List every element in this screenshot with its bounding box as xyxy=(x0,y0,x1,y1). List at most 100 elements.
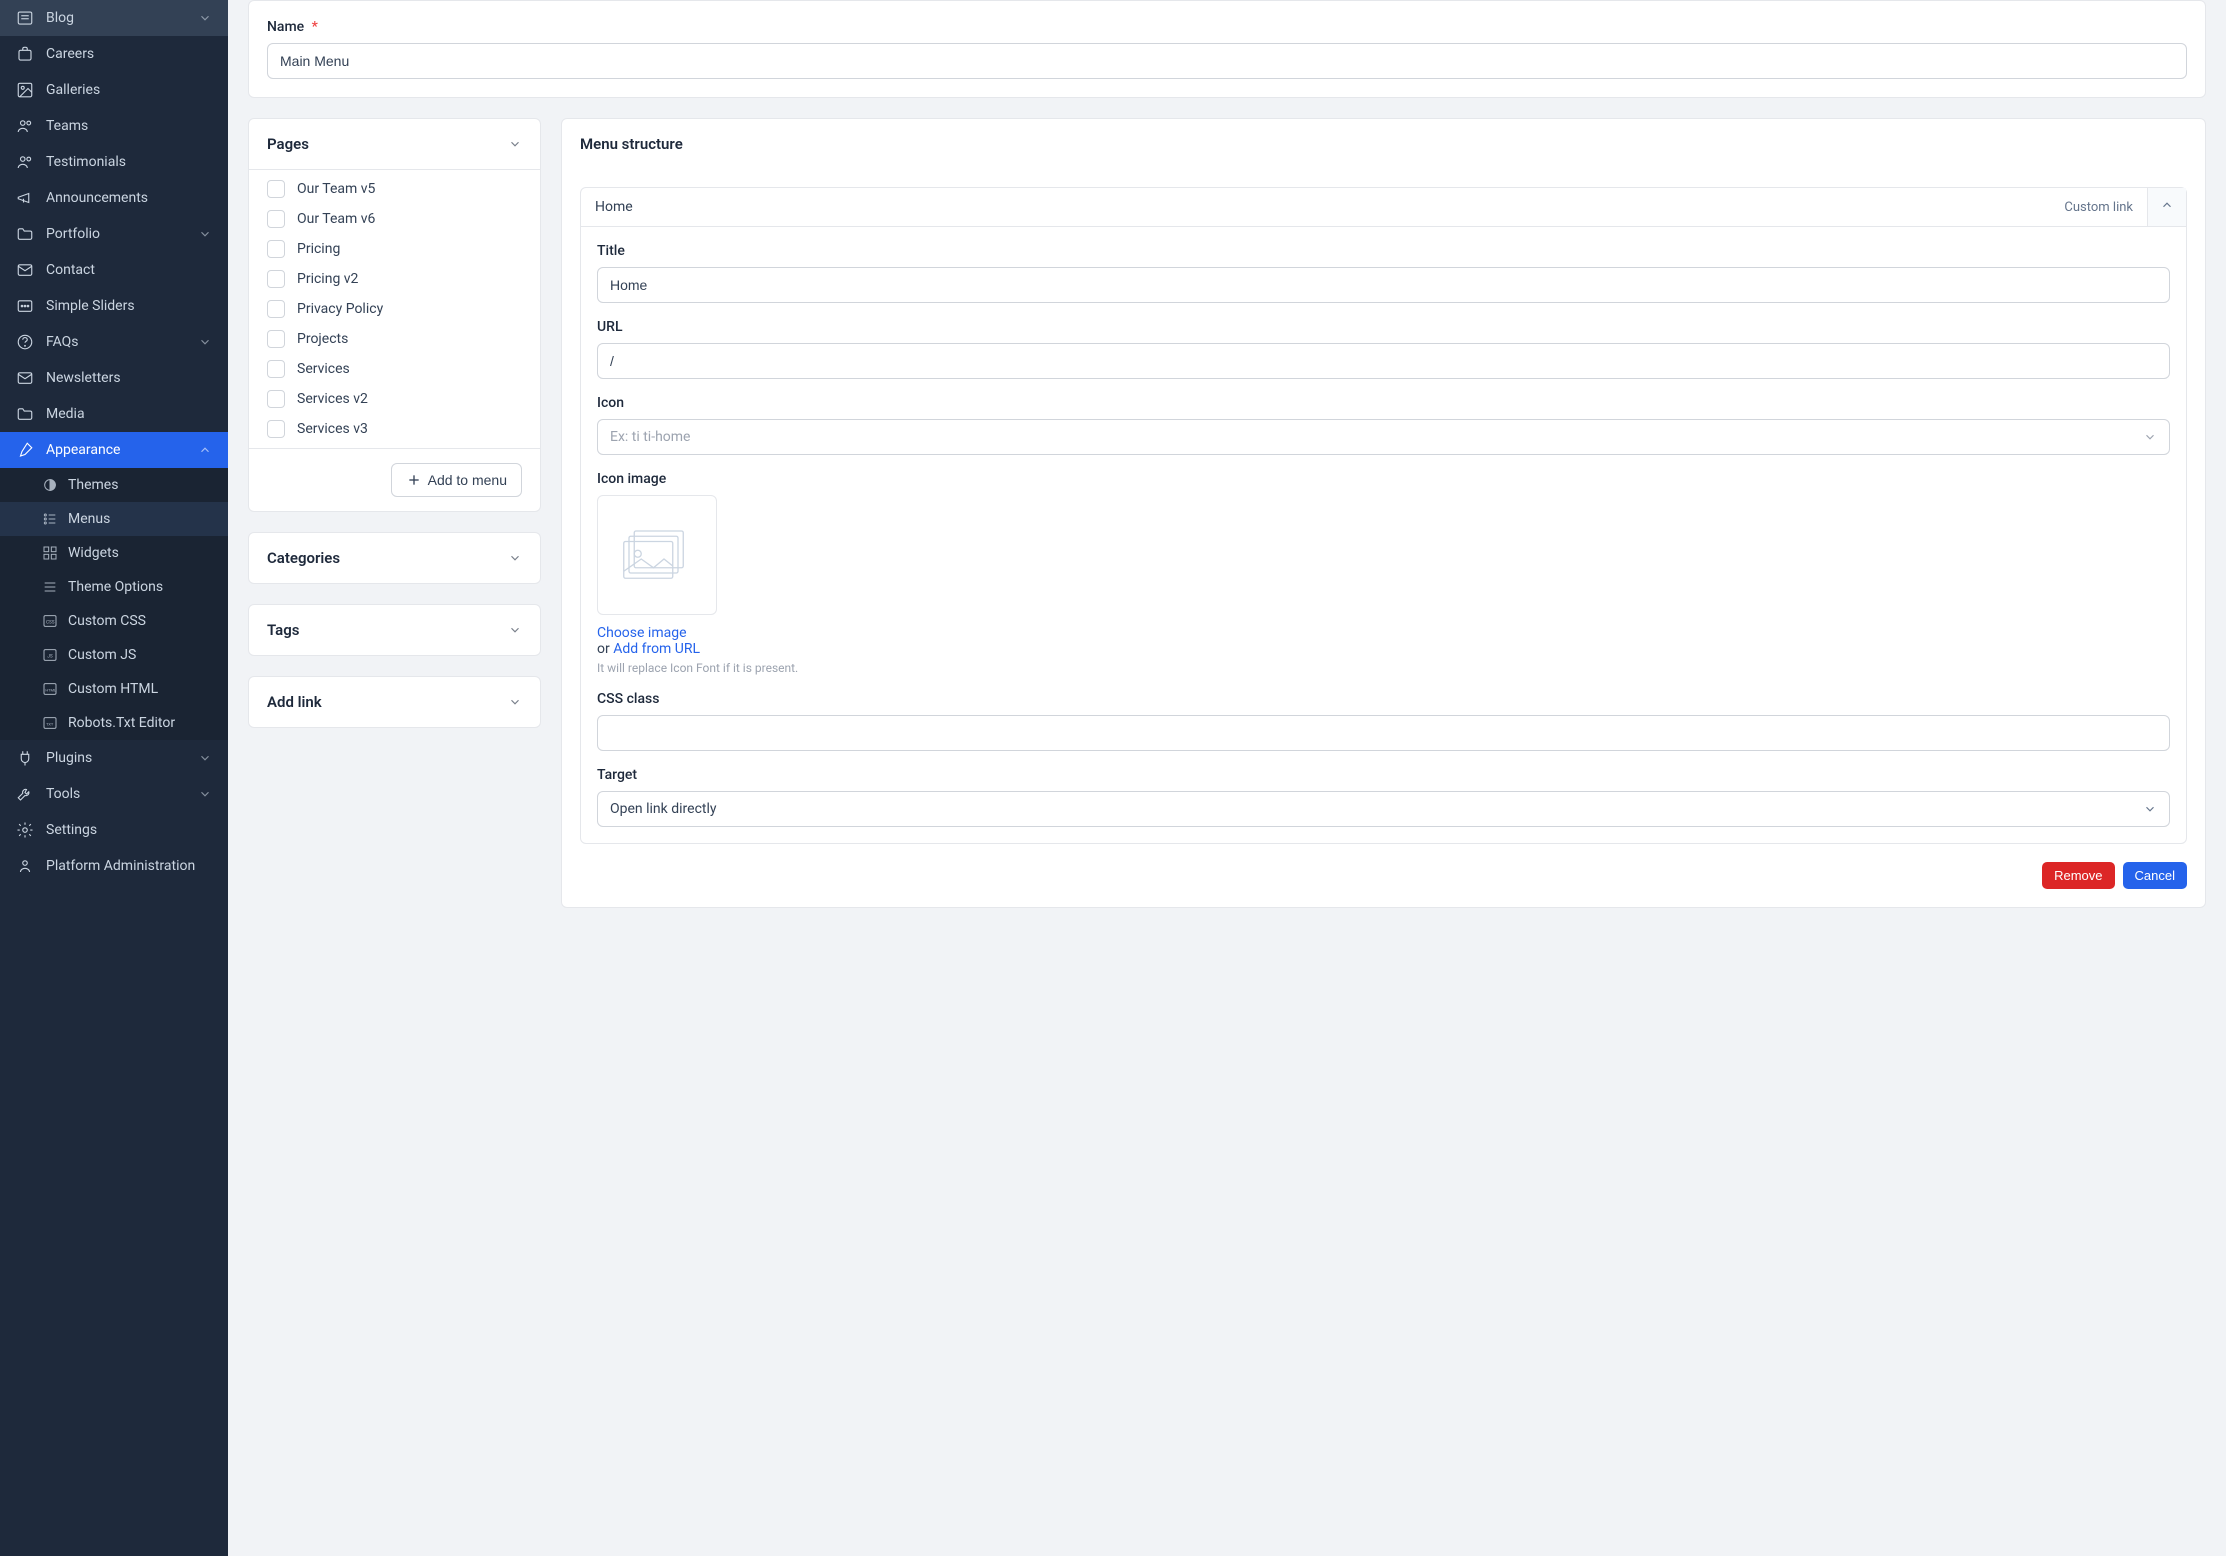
page-checkbox[interactable] xyxy=(267,270,285,288)
css-icon: CSS xyxy=(42,613,58,629)
sidebar-item-custom-html[interactable]: HTMLCustom HTML xyxy=(0,672,228,706)
sidebar-item-label: Plugins xyxy=(46,750,198,766)
sidebar-item-theme-options[interactable]: Theme Options xyxy=(0,570,228,604)
sidebar-item-custom-css[interactable]: CSSCustom CSS xyxy=(0,604,228,638)
pages-header[interactable]: Pages xyxy=(249,119,540,170)
sidebar-item-robots-txt-editor[interactable]: TXTRobots.Txt Editor xyxy=(0,706,228,740)
plus-icon xyxy=(406,472,422,488)
users-icon xyxy=(16,117,34,135)
url-input[interactable] xyxy=(597,343,2170,379)
mail-icon xyxy=(16,369,34,387)
page-checkbox[interactable] xyxy=(267,240,285,258)
page-checkbox[interactable] xyxy=(267,180,285,198)
sidebar-item-teams[interactable]: Teams xyxy=(0,108,228,144)
tags-card: Tags xyxy=(248,604,541,656)
choose-image-link[interactable]: Choose image xyxy=(597,625,687,641)
sidebar-item-blog[interactable]: Blog xyxy=(0,0,228,36)
pages-card: Pages Our Team v5 Our Team v6PricingPrici… xyxy=(248,118,541,512)
main-content: Name * Pages Our Team v5Our Team v6Prici… xyxy=(228,0,2226,1556)
page-checkbox[interactable] xyxy=(267,360,285,378)
widgets-icon xyxy=(42,545,58,561)
page-item[interactable]: Services v3 xyxy=(267,414,522,444)
page-checkbox[interactable] xyxy=(267,210,285,228)
page-item[interactable]: Pricing v2 xyxy=(267,264,522,294)
name-label: Name * xyxy=(267,19,2187,35)
cancel-button[interactable]: Cancel xyxy=(2123,862,2187,889)
sidebar-item-portfolio[interactable]: Portfolio xyxy=(0,216,228,252)
add-from-url-link[interactable]: Add from URL xyxy=(613,641,700,657)
sidebar-item-appearance[interactable]: Appearance xyxy=(0,432,228,468)
sidebar-item-testimonials[interactable]: Testimonials xyxy=(0,144,228,180)
sidebar-item-platform-administration[interactable]: Platform Administration xyxy=(0,848,228,884)
categories-card: Categories xyxy=(248,532,541,584)
icon-label: Icon xyxy=(597,395,2170,411)
remove-button[interactable]: Remove xyxy=(2042,862,2114,889)
sidebar-item-label: Announcements xyxy=(46,190,212,206)
title-input[interactable] xyxy=(597,267,2170,303)
blog-icon xyxy=(16,9,34,27)
categories-header[interactable]: Categories xyxy=(249,533,540,583)
image-placeholder-icon xyxy=(622,528,692,583)
required-asterisk: * xyxy=(312,19,318,35)
sidebar-item-contact[interactable]: Contact xyxy=(0,252,228,288)
sidebar-item-simple-sliders[interactable]: Simple Sliders xyxy=(0,288,228,324)
name-label-text: Name xyxy=(267,19,304,35)
sidebar-item-settings[interactable]: Settings xyxy=(0,812,228,848)
page-item[interactable]: Services v2 xyxy=(267,384,522,414)
page-item[interactable]: Our Team v6 xyxy=(267,204,522,234)
svg-text:HTML: HTML xyxy=(45,688,57,693)
chevron-down-icon xyxy=(198,335,212,349)
css-label: CSS class xyxy=(597,691,2170,707)
page-item-label: Privacy Policy xyxy=(297,301,383,317)
icon-select[interactable]: Ex: ti ti-home xyxy=(597,419,2170,455)
sidebar-item-media[interactable]: Media xyxy=(0,396,228,432)
theme-icon xyxy=(42,477,58,493)
sidebar-item-faqs[interactable]: FAQs xyxy=(0,324,228,360)
page-checkbox[interactable] xyxy=(267,300,285,318)
sidebar-item-menus[interactable]: Menus xyxy=(0,502,228,536)
target-value: Open link directly xyxy=(610,801,717,817)
addlink-card: Add link xyxy=(248,676,541,728)
sidebar-item-label: Settings xyxy=(46,822,212,838)
sidebar-item-careers[interactable]: Careers xyxy=(0,36,228,72)
add-to-menu-button[interactable]: Add to menu xyxy=(391,463,522,497)
sidebar-item-galleries[interactable]: Galleries xyxy=(0,72,228,108)
sidebar-item-themes[interactable]: Themes xyxy=(0,468,228,502)
menu-structure-header-label: Menu structure xyxy=(580,135,683,153)
admin-icon xyxy=(16,857,34,875)
page-checkbox[interactable] xyxy=(267,420,285,438)
sidebar-item-newsletters[interactable]: Newsletters xyxy=(0,360,228,396)
sidebar-item-tools[interactable]: Tools xyxy=(0,776,228,812)
name-input[interactable] xyxy=(267,43,2187,79)
css-input[interactable] xyxy=(597,715,2170,751)
image-placeholder[interactable] xyxy=(597,495,717,615)
left-column: Pages Our Team v5 Our Team v6PricingPrici… xyxy=(248,118,541,928)
pages-header-label: Pages xyxy=(267,135,309,153)
page-item[interactable]: Pricing xyxy=(267,234,522,264)
page-item[interactable]: Projects xyxy=(267,324,522,354)
sidebar-item-announcements[interactable]: Announcements xyxy=(0,180,228,216)
menu-item-collapse-toggle[interactable] xyxy=(2147,188,2186,226)
pages-list[interactable]: Our Team v5 Our Team v6PricingPricing v2 P… xyxy=(249,170,540,449)
page-item[interactable]: Privacy Policy xyxy=(267,294,522,324)
page-item[interactable]: Our Team v5 xyxy=(267,174,522,204)
page-checkbox[interactable] xyxy=(267,330,285,348)
page-checkbox[interactable] xyxy=(267,390,285,408)
sidebar-item-widgets[interactable]: Widgets xyxy=(0,536,228,570)
page-item[interactable]: Services xyxy=(267,354,522,384)
sidebar-item-label: Tools xyxy=(46,786,198,802)
chevron-up-icon xyxy=(2160,198,2174,212)
sidebar-item-custom-js[interactable]: JSCustom JS xyxy=(0,638,228,672)
menu-item-header[interactable]: Home Custom link xyxy=(581,188,2186,226)
right-column: Menu structure Home Custom link Title xyxy=(561,118,2206,928)
target-select[interactable]: Open link directly xyxy=(597,791,2170,827)
chevron-down-icon xyxy=(2143,430,2157,444)
page-item-label: Our Team v5 xyxy=(297,181,375,197)
menu-item-body: Title URL Icon Ex: ti ti-home xyxy=(581,226,2186,843)
menu-structure-card: Menu structure Home Custom link Title xyxy=(561,118,2206,908)
addlink-header[interactable]: Add link xyxy=(249,677,540,727)
tags-header[interactable]: Tags xyxy=(249,605,540,655)
target-label: Target xyxy=(597,767,2170,783)
sidebar-item-plugins[interactable]: Plugins xyxy=(0,740,228,776)
page-item-label: Services v2 xyxy=(297,391,368,407)
